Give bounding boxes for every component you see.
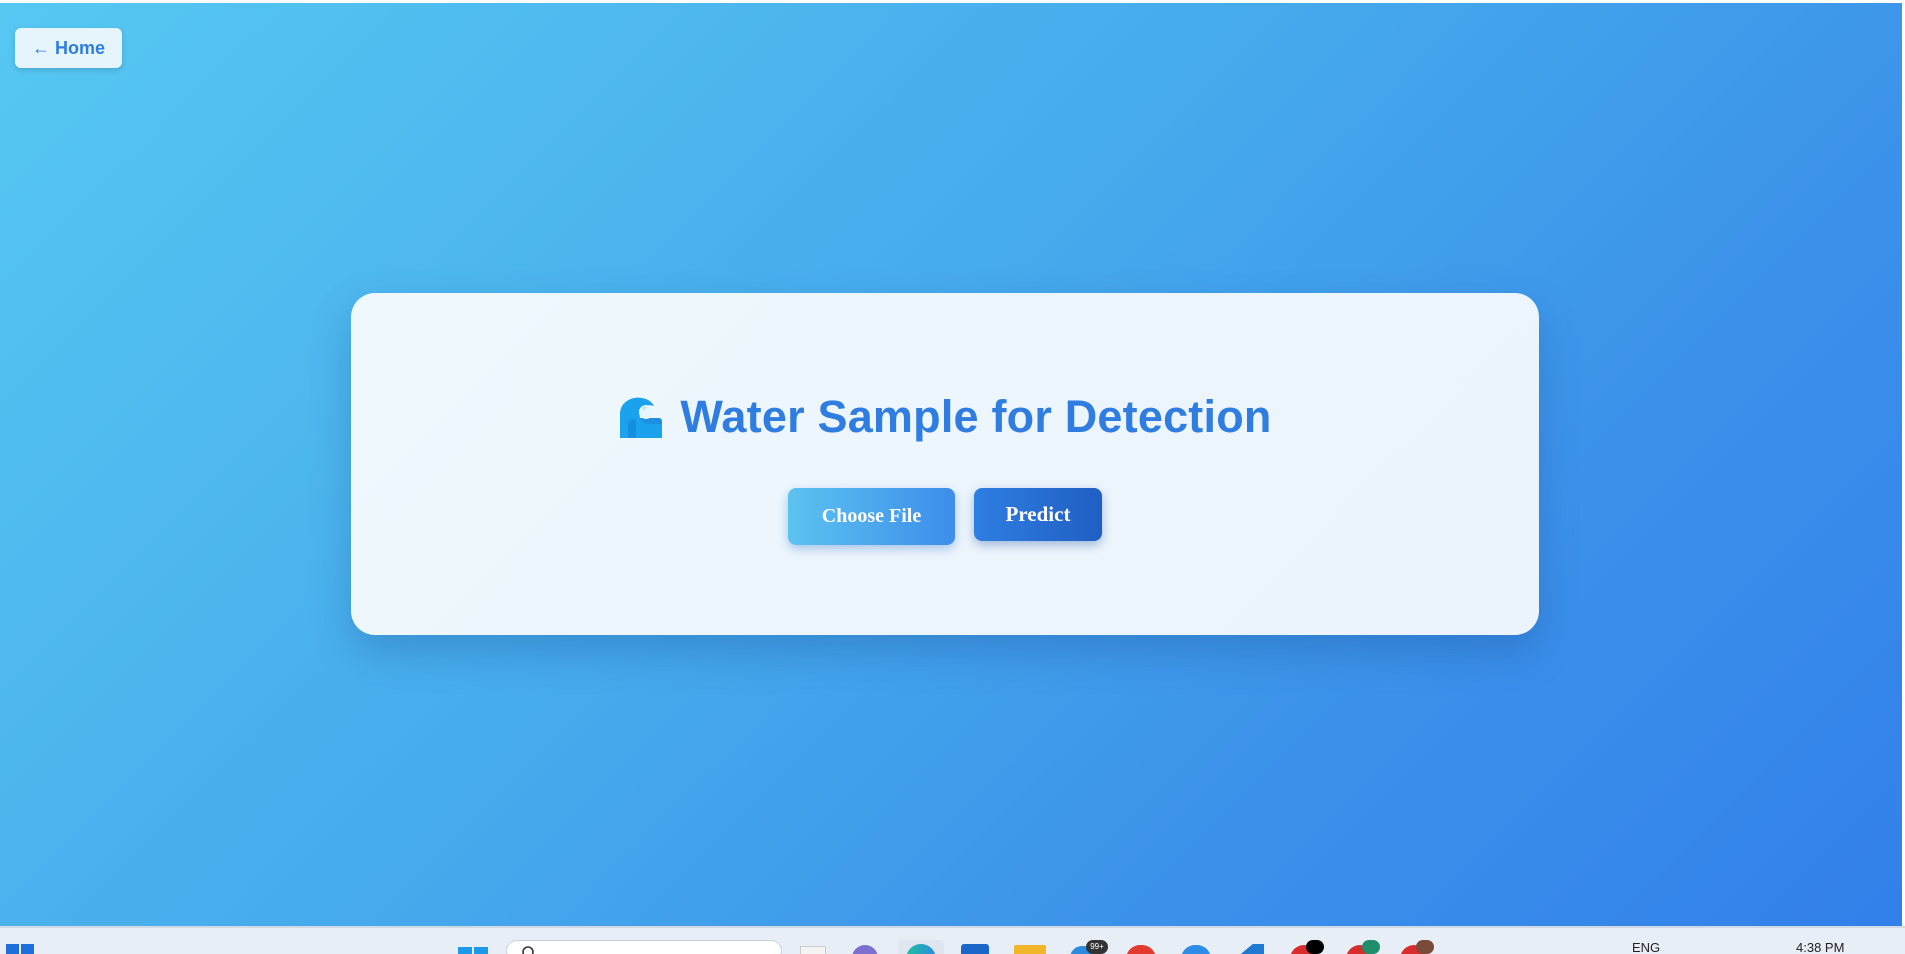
store-icon[interactable] [961, 944, 989, 954]
taskbar: 99+ ENG 4:38 PM [0, 926, 1905, 954]
browser-viewport: ← Home Water Sample for Detection Choose… [0, 3, 1902, 926]
upload-card: Water Sample for Detection Choose File P… [351, 293, 1539, 635]
title-row: Water Sample for Detection [351, 391, 1539, 443]
choose-file-button[interactable]: Choose File [788, 488, 955, 545]
page-title: Water Sample for Detection [680, 391, 1272, 442]
chrome-icon[interactable] [1126, 945, 1156, 954]
vscode-icon[interactable] [1236, 944, 1264, 954]
notification-badge: 99+ [1086, 940, 1108, 954]
folder-icon[interactable] [1014, 945, 1046, 954]
app-blue-icon[interactable] [1181, 945, 1211, 954]
search-box[interactable] [506, 940, 782, 954]
language-indicator[interactable]: ENG [1632, 940, 1660, 954]
action-buttons: Choose File Predict [351, 488, 1539, 545]
file-icon[interactable] [800, 946, 826, 954]
start-icon[interactable] [6, 944, 36, 954]
windows-icon[interactable] [458, 946, 488, 954]
teams-icon[interactable] [852, 945, 878, 954]
predict-button[interactable]: Predict [974, 488, 1102, 541]
app-green-icon[interactable] [1362, 940, 1380, 954]
app-brown-icon[interactable] [1416, 940, 1434, 954]
home-button[interactable]: ← Home [15, 28, 122, 68]
app-black-icon[interactable] [1306, 940, 1324, 954]
search-icon [522, 946, 534, 954]
wave-icon [618, 394, 664, 440]
edge-icon[interactable] [898, 940, 944, 954]
page: ← Home Water Sample for Detection Choose… [0, 0, 1905, 954]
clock[interactable]: 4:38 PM [1796, 940, 1844, 954]
